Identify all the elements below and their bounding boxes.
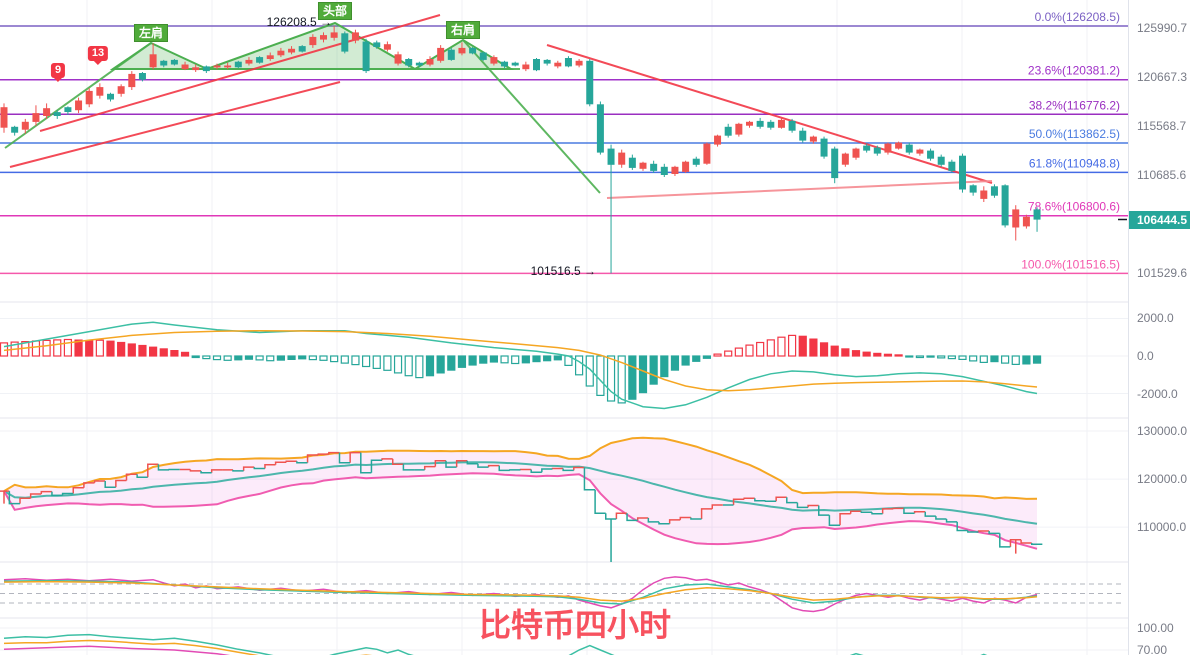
axis-tick-label: 115568.7: [1137, 119, 1186, 133]
bollinger-panel: [0, 438, 1042, 568]
right-shoulder-badge: 右肩: [446, 21, 480, 39]
axis-tick-label: 2000.0: [1137, 311, 1174, 325]
macd-histogram: [1, 335, 1041, 403]
axis-tick-label: 120000.0: [1137, 472, 1187, 486]
trendline-green-uptrend: [5, 43, 151, 148]
candlestick-series: [1, 26, 1041, 273]
svg-text:0.0%(126208.5): 0.0%(126208.5): [1035, 10, 1120, 24]
lower-line-j: [4, 646, 1037, 655]
axis-tick-label: 101529.6: [1137, 266, 1187, 280]
svg-text:23.6%(120381.2): 23.6%(120381.2): [1028, 64, 1120, 78]
chart-window: 0.0%(126208.5) 23.6%(120381.2) 38.2%(11677…: [0, 0, 1190, 655]
left-shoulder-badge: 左肩: [134, 24, 168, 42]
svg-text:50.0%(113862.5): 50.0%(113862.5): [1029, 127, 1120, 141]
macd-panel: [1, 322, 1041, 408]
symbol-watermark: 比特币四小时: [479, 600, 671, 646]
td-count-9-badge: 9: [51, 63, 65, 78]
head-and-shoulders-pattern[interactable]: [5, 15, 992, 198]
current-price-badge: 106444.5: [1129, 211, 1190, 229]
macd-dif-line: [4, 322, 1037, 408]
trendline-red-wedge-low: [607, 181, 992, 198]
chart-canvas[interactable]: 0.0%(126208.5) 23.6%(120381.2) 38.2%(11677…: [0, 0, 1190, 655]
axis-tick-label: 120667.3: [1137, 70, 1187, 84]
svg-text:61.8%(110948.8): 61.8%(110948.8): [1029, 156, 1120, 170]
svg-text:78.6%(106800.6): 78.6%(106800.6): [1028, 200, 1120, 214]
rsi-line-slow: [4, 582, 1037, 602]
head-badge: 头部: [318, 2, 352, 20]
axis-tick-label: 100.00: [1137, 621, 1174, 635]
td-count-13-badge: 13: [88, 46, 108, 61]
axis-tick-label: 130000.0: [1137, 424, 1187, 438]
svg-text:38.2%(116776.2): 38.2%(116776.2): [1029, 98, 1120, 112]
axis-tick-label: 110000.0: [1137, 520, 1186, 534]
axis-tick-label: 110685.6: [1137, 168, 1186, 182]
low-price-label: 101516.5 →: [531, 264, 596, 278]
macd-dea-line: [4, 331, 1037, 391]
axis-tick-label: -2000.0: [1137, 387, 1178, 401]
svg-text:100.0%(101516.5): 100.0%(101516.5): [1021, 257, 1120, 271]
axis-tick-label: 0.0: [1137, 349, 1154, 363]
price-axis[interactable]: 106444.5 125990.7 120667.3 115568.7 110685.…: [1128, 0, 1190, 655]
axis-tick-label: 125990.7: [1137, 21, 1187, 35]
